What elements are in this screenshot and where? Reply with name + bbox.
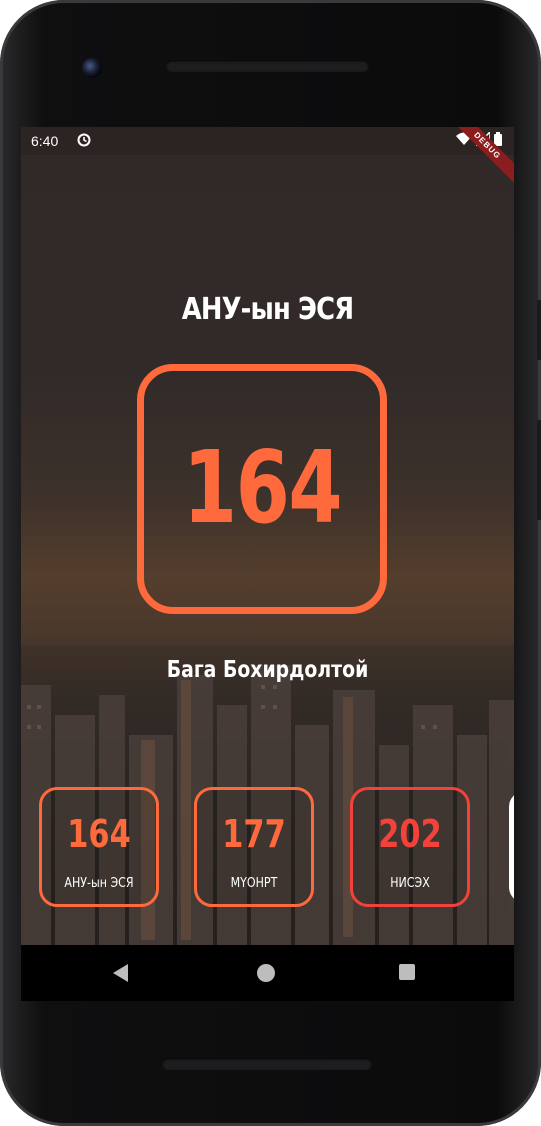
station-title: АНУ-ын ЭСЯ xyxy=(181,292,354,327)
aqi-status-text: Бага Бохирдолтой xyxy=(166,657,369,683)
station-card-label: АНУ-ын ЭСЯ xyxy=(64,876,134,891)
station-card-value: 177 xyxy=(222,812,286,856)
bottom-speaker xyxy=(162,1058,372,1070)
station-cards-list[interactable]: 164 АНУ-ын ЭСЯ 177 МҮОНРТ 202 НИСЭХ xyxy=(21,787,514,907)
home-icon[interactable] xyxy=(257,964,275,982)
earpiece-speaker xyxy=(166,60,369,72)
status-time: 6:40 xyxy=(31,133,59,149)
back-icon[interactable] xyxy=(113,964,128,982)
station-card[interactable]: 202 НИСЭХ xyxy=(350,787,470,907)
status-bar: 6:40 xyxy=(21,127,514,155)
sync-icon xyxy=(77,133,91,147)
aqi-main-box: 164 xyxy=(137,364,387,614)
station-card-label: МҮОНРТ xyxy=(230,876,278,891)
station-card-value: 164 xyxy=(67,812,131,856)
aqi-main-value: 164 xyxy=(182,429,343,546)
station-card-label: НИСЭХ xyxy=(390,876,430,891)
android-nav-bar xyxy=(21,945,514,1001)
volume-button xyxy=(537,420,541,520)
recents-icon[interactable] xyxy=(399,964,415,980)
phone-frame: 6:40 DEBUG АНУ-ын ЭСЯ 164 Бага Бохирдолт… xyxy=(0,0,541,1126)
station-card[interactable]: 164 АНУ-ын ЭСЯ xyxy=(39,787,159,907)
power-button xyxy=(537,300,541,360)
station-card-partial[interactable] xyxy=(509,791,514,903)
front-camera xyxy=(82,58,102,78)
station-card-value: 202 xyxy=(378,812,442,856)
station-card[interactable]: 177 МҮОНРТ xyxy=(194,787,314,907)
app-screen: 6:40 DEBUG АНУ-ын ЭСЯ 164 Бага Бохирдолт… xyxy=(21,127,514,945)
